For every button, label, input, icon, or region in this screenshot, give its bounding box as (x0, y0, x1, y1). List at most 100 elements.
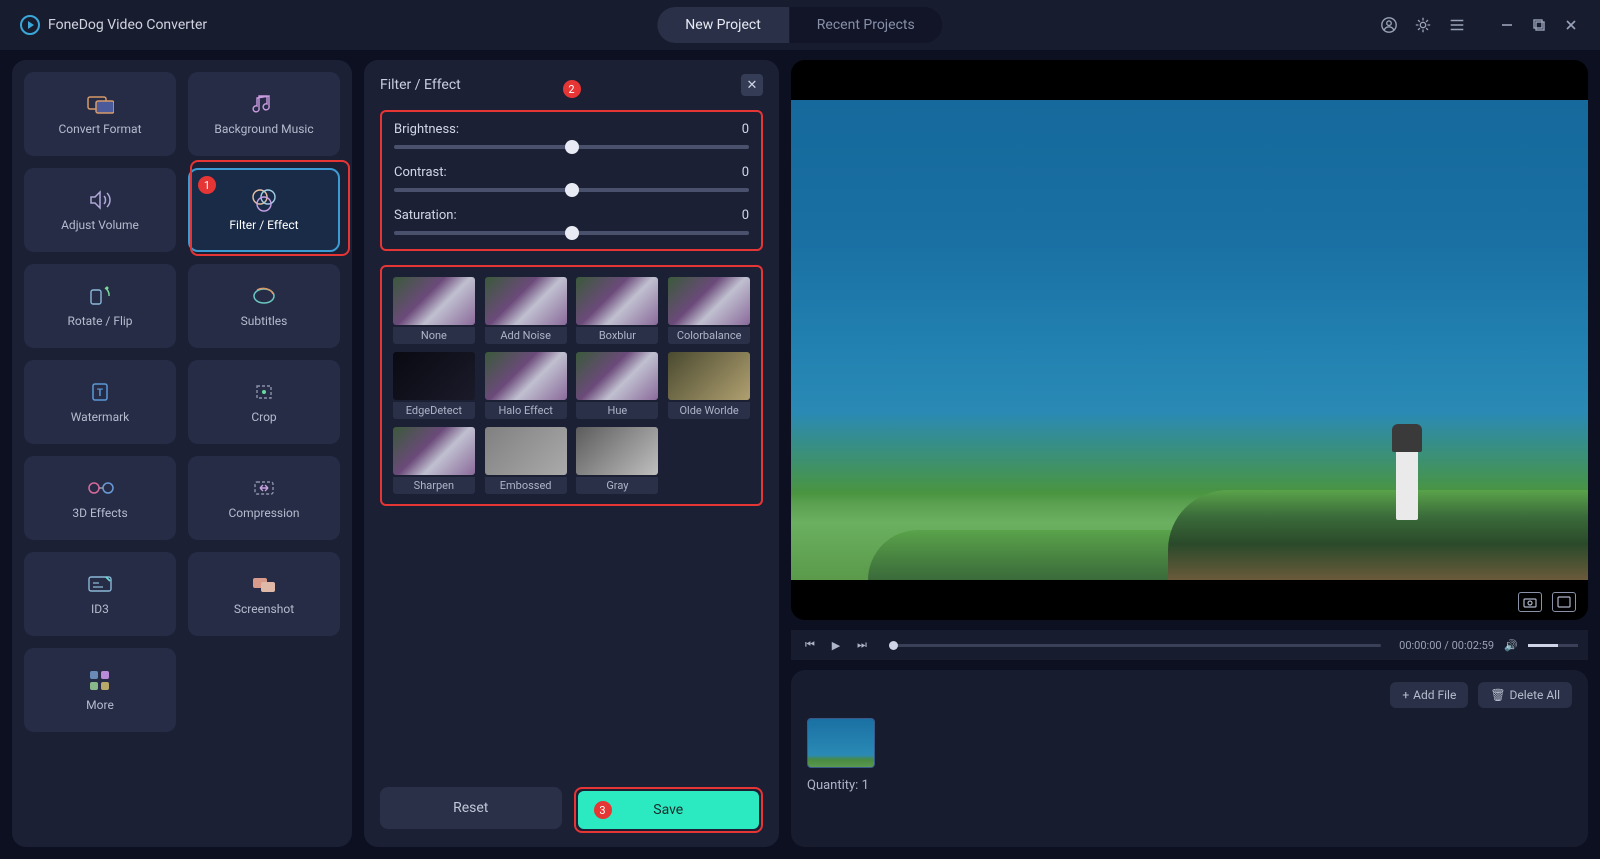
tool-crop[interactable]: Crop (188, 360, 340, 444)
video-preview[interactable] (791, 60, 1588, 620)
tool-id3[interactable]: ID3 (24, 552, 176, 636)
delete-all-button[interactable]: 🗑Delete All (1478, 682, 1572, 708)
fullscreen-icon[interactable] (1552, 592, 1576, 612)
plus-icon: + (1402, 688, 1409, 702)
music-icon (250, 92, 278, 116)
file-thumbnail[interactable] (807, 718, 875, 768)
app-title: FoneDog Video Converter (48, 17, 207, 33)
filter-edgedetect[interactable]: EdgeDetect (392, 352, 476, 419)
filter-grid: None Add Noise Boxblur Colorbalance Edge… (392, 277, 751, 494)
svg-text:T: T (97, 388, 103, 399)
id3-icon (86, 572, 114, 596)
filter-sharpen[interactable]: Sharpen (392, 427, 476, 494)
more-icon (86, 668, 114, 692)
saturation-label: Saturation: (394, 208, 457, 223)
filter-add-noise[interactable]: Add Noise (484, 277, 568, 344)
annotation-highlight-2: Brightness: 0 Contrast: 0 Saturation: 0 (380, 110, 763, 251)
prev-button[interactable]: ⏮ (801, 636, 819, 654)
tool-label: Filter / Effect (229, 218, 298, 232)
play-button[interactable]: ▶ (827, 636, 845, 654)
subtitles-icon (250, 284, 278, 308)
filter-gray[interactable]: Gray (576, 427, 660, 494)
tab-new-project[interactable]: New Project (657, 7, 789, 43)
filter-olde-worlde[interactable]: Olde Worlde (667, 352, 751, 419)
trash-icon: 🗑 (1490, 688, 1505, 702)
tool-label: Watermark (71, 410, 130, 424)
crop-icon (250, 380, 278, 404)
tool-label: Background Music (214, 122, 313, 136)
tool-label: Rotate / Flip (67, 314, 132, 328)
tool-panel: Convert Format Background Music Adjust V… (12, 60, 352, 847)
tool-3d-effects[interactable]: 3D Effects (24, 456, 176, 540)
tab-recent-projects[interactable]: Recent Projects (789, 7, 943, 43)
tool-label: Compression (228, 506, 299, 520)
filter-panel: Filter / Effect 2 ✕ Brightness: 0 Contra… (364, 60, 779, 847)
compression-icon (250, 476, 278, 500)
annotation-highlight-3: 3 Save (574, 787, 764, 833)
camera-icon[interactable] (1518, 592, 1542, 612)
close-panel-button[interactable]: ✕ (741, 74, 763, 96)
close-button[interactable] (1562, 16, 1580, 34)
annotation-badge-3: 3 (594, 801, 612, 819)
playback-bar: ⏮ ▶ ⏭ 00:00:00 / 00:02:59 🔊 (791, 630, 1588, 660)
tool-label: Screenshot (234, 602, 294, 616)
tool-label: Adjust Volume (61, 218, 139, 232)
filter-embossed[interactable]: Embossed (484, 427, 568, 494)
file-list-panel: +Add File 🗑Delete All Quantity: 1 (791, 670, 1588, 847)
project-tabs: New Project Recent Projects (657, 7, 942, 43)
quantity-text: Quantity: 1 (807, 778, 1572, 793)
annotation-highlight-filters: None Add Noise Boxblur Colorbalance Edge… (380, 265, 763, 506)
titlebar: FoneDog Video Converter New Project Rece… (0, 0, 1600, 50)
preview-area (791, 60, 1588, 620)
brightness-label: Brightness: (394, 122, 459, 137)
next-button[interactable]: ⏭ (853, 636, 871, 654)
app-logo: FoneDog Video Converter (20, 15, 207, 35)
convert-format-icon (86, 92, 114, 116)
saturation-slider[interactable] (394, 231, 749, 235)
filter-none[interactable]: None (392, 277, 476, 344)
brightness-row: Brightness: 0 (394, 122, 749, 149)
filter-halo-effect[interactable]: Halo Effect (484, 352, 568, 419)
tool-label: Convert Format (58, 122, 141, 136)
tool-filter-effect[interactable]: 1 Filter / Effect (188, 168, 340, 252)
tool-screenshot[interactable]: Screenshot (188, 552, 340, 636)
volume-slider[interactable] (1528, 644, 1578, 647)
volume-icon (86, 188, 114, 212)
saturation-value: 0 (742, 208, 749, 223)
brightness-value: 0 (742, 122, 749, 137)
tool-label: More (86, 698, 114, 712)
tool-adjust-volume[interactable]: Adjust Volume (24, 168, 176, 252)
brightness-slider[interactable] (394, 145, 749, 149)
tool-label: 3D Effects (72, 506, 127, 520)
tool-compression[interactable]: Compression (188, 456, 340, 540)
tool-more[interactable]: More (24, 648, 176, 732)
menu-icon[interactable] (1448, 16, 1466, 34)
logo-icon (20, 15, 40, 35)
settings-icon[interactable] (1414, 16, 1432, 34)
minimize-button[interactable] (1498, 16, 1516, 34)
playback-time: 00:00:00 / 00:02:59 (1399, 639, 1494, 652)
add-file-button[interactable]: +Add File (1390, 682, 1468, 708)
contrast-slider[interactable] (394, 188, 749, 192)
volume-icon[interactable]: 🔊 (1502, 636, 1520, 654)
watermark-icon: T (86, 380, 114, 404)
seek-slider[interactable] (889, 644, 1381, 647)
filter-boxblur[interactable]: Boxblur (576, 277, 660, 344)
tool-subtitles[interactable]: Subtitles (188, 264, 340, 348)
account-icon[interactable] (1380, 16, 1398, 34)
filter-colorbalance[interactable]: Colorbalance (667, 277, 751, 344)
contrast-label: Contrast: (394, 165, 447, 180)
tool-convert-format[interactable]: Convert Format (24, 72, 176, 156)
screenshot-icon (250, 572, 278, 596)
contrast-value: 0 (742, 165, 749, 180)
tool-watermark[interactable]: T Watermark (24, 360, 176, 444)
tool-background-music[interactable]: Background Music (188, 72, 340, 156)
tool-label: ID3 (91, 602, 109, 616)
contrast-row: Contrast: 0 (394, 165, 749, 192)
rotate-icon (86, 284, 114, 308)
maximize-button[interactable] (1530, 16, 1548, 34)
tool-rotate-flip[interactable]: Rotate / Flip (24, 264, 176, 348)
annotation-badge-2: 2 (563, 80, 581, 98)
filter-hue[interactable]: Hue (576, 352, 660, 419)
reset-button[interactable]: Reset (380, 787, 562, 829)
